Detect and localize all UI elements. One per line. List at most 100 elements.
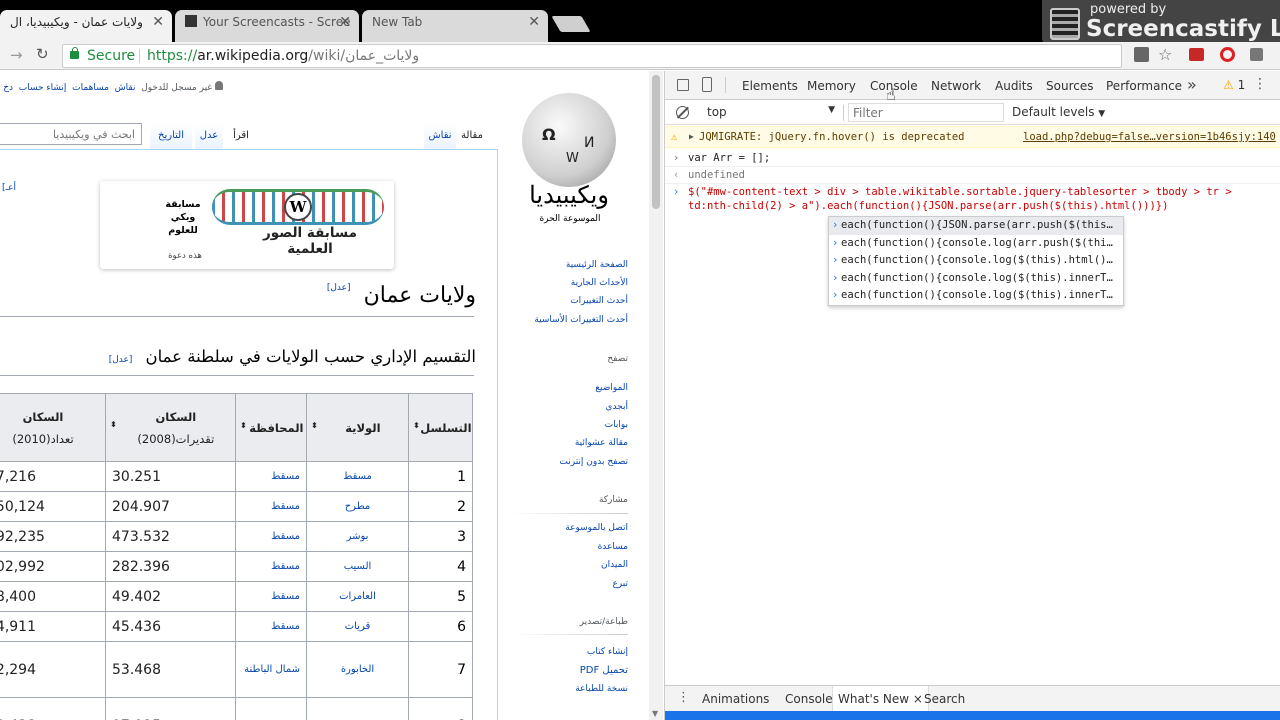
context-selector[interactable]: top ▼ [707,105,835,119]
tab-edit[interactable]: عدل [195,123,223,149]
drawer-tab-whats-new[interactable]: What's New × [832,686,929,712]
column-header-governorate[interactable]: ⬍ المحافظة [235,393,307,462]
tab-close-icon[interactable]: ✕ [528,10,540,34]
wikipedia-logo[interactable]: Ω И W [518,89,620,191]
sidebar-item-contact[interactable]: اتصل بالموسوعة [565,523,628,533]
forward-icon[interactable]: → [10,46,23,64]
sidebar-item-main-page[interactable]: الصفحة الرئيسية [566,260,628,270]
autocomplete-item[interactable]: each(function(){JSON.parse(arr.push($(th… [829,217,1123,235]
tab-close-icon[interactable]: ✕ [152,10,164,34]
cell-governorate[interactable]: مسقط [235,491,307,522]
science-contest-banner[interactable]: W مسابقة ويكي للعلوم مسابقة الصور العلمي… [100,181,394,269]
tab-screencasts[interactable]: Your Screencasts - Scree ✕ [175,10,359,42]
extension-opera-icon[interactable] [1220,47,1235,62]
close-icon[interactable]: × [913,692,923,706]
autocomplete-item[interactable]: each(function(){console.log($(this).html… [829,252,1123,270]
cell-wilayat[interactable]: الخابورة [306,641,409,698]
sidebar-item-help[interactable]: مساعدة [598,542,628,552]
extension-puzzle-icon[interactable] [1250,48,1263,61]
page-title-edit-link[interactable]: [عدل] [327,283,351,293]
extension-screencastify-icon[interactable] [1189,48,1204,61]
cell-governorate[interactable]: مسقط [235,461,307,492]
tab-talk[interactable]: نقاش [424,123,456,149]
sidebar-heading-print[interactable]: طباعة/تصدير [580,617,628,627]
section-edit-link[interactable]: [عدل] [109,355,133,365]
cell-wilayat[interactable]: مسقط [306,461,409,492]
console-filter-input[interactable] [848,103,1004,122]
drawer-tab-console[interactable]: Console [785,692,833,706]
tab-network[interactable]: Network [931,79,981,93]
expand-triangle-icon[interactable]: ▶ [689,127,694,147]
tab-new-tab[interactable]: New Tab ✕ [362,10,548,42]
drawer-tab-search[interactable]: Search [924,692,965,706]
column-header-pop-2008[interactable]: ⬍ السكان تقديرات(2008) [105,393,236,462]
sidebar-item-current-events[interactable]: الأحداث الجارية [571,278,628,288]
sidebar-item-recent-changes[interactable]: أحدث التغييرات [570,296,628,306]
sidebar-item-create-book[interactable]: إنشاء كتاب [587,647,628,657]
tab-close-icon[interactable]: ✕ [339,10,351,34]
drawer-tab-animations[interactable]: Animations [702,692,769,706]
scroll-down-arrow-icon[interactable]: ▼ [652,709,658,718]
log-levels-dropdown[interactable]: Default levels ▼ [1012,105,1105,119]
inspect-element-icon[interactable] [677,79,689,91]
tab-sources[interactable]: Sources [1046,79,1093,93]
more-tabs-icon[interactable]: » [1187,75,1197,94]
column-header-wilayat[interactable]: ⬍ الولاية [306,393,409,462]
tab-performance[interactable]: Performance [1106,79,1182,93]
autocomplete-item[interactable]: each(function(){console.log($(this).inne… [829,270,1123,288]
cell-wilayat[interactable]: السيب [306,551,409,582]
tab-article[interactable]: مقالة [456,123,488,149]
sidebar-heading-participate[interactable]: مشاركة [599,495,628,505]
cell-governorate[interactable]: مسقط [235,551,307,582]
warning-counter[interactable]: ⚠ 1 [1223,78,1245,92]
column-header-pop-2010[interactable]: السكان تعداد(2010) [0,393,106,462]
sidebar-heading-browse[interactable]: تصفح [607,354,628,364]
column-header-serial[interactable]: ⬍ التسلسل [408,393,473,462]
translate-icon[interactable] [1134,47,1149,62]
sidebar-item-download-pdf[interactable]: تحميل PDF [580,665,628,676]
cell-wilayat[interactable]: مطرح [306,491,409,522]
cell-governorate[interactable]: مسقط [235,581,307,612]
cell-wilayat[interactable]: العامرات [306,581,409,612]
tab-audits[interactable]: Audits [995,79,1033,93]
notice-fragment[interactable]: [أعـ [2,183,16,193]
sidebar-item-random[interactable]: مقالة عشوائية [575,438,628,448]
cell-wilayat[interactable]: قريات [306,611,409,642]
cell-governorate[interactable]: مسقط [235,611,307,642]
cell-governorate[interactable]: مسقط [235,521,307,552]
cell-governorate[interactable]: شمال الباطنة [235,641,307,698]
warning-source-link[interactable]: load.php?debug=false…version=1b46sjy:140 [1023,127,1276,147]
sidebar-item-village-pump[interactable]: الميدان [601,560,628,570]
sidebar-item-printable[interactable]: نسخة للطباعة [575,684,628,694]
sidebar-item-topics[interactable]: المواضيع [595,383,628,393]
page-scrollbar[interactable]: ▼ [649,71,663,720]
tab-read[interactable]: اقرأ [228,123,254,149]
search-input[interactable] [0,123,142,145]
login-link[interactable]: دخ [3,83,13,93]
star-icon[interactable]: ☆ [1158,45,1172,64]
tab-elements[interactable]: Elements [742,79,798,93]
scrollbar-thumb[interactable] [652,75,660,209]
url-field[interactable]: Secure https://ar.wikipedia.org/wiki/ولا… [62,44,1122,68]
reload-icon[interactable]: ↻ [36,45,49,63]
cell-governorate[interactable]: شمال الباطنة [235,697,307,720]
autocomplete-item[interactable]: each(function(){console.log(arr.push($(t… [829,235,1123,253]
sidebar-item-recent-core-changes[interactable]: أحدث التغييرات الأساسية [534,315,628,325]
tab-history[interactable]: التاريخ [150,123,192,149]
cell-wilayat[interactable]: صحم [306,697,409,720]
cell-wilayat[interactable]: بوشر [306,521,409,552]
sidebar-item-donate[interactable]: تبرع [612,579,628,589]
tab-wikipedia[interactable]: ولايات عمان - ويكيبيديا، ال ✕ [0,10,172,42]
sidebar-item-offline[interactable]: تصفح بدون إنترنت [559,457,628,467]
console-prompt[interactable]: › $("#mw-content-text > div > table.wiki… [665,185,1280,219]
tab-memory[interactable]: Memory [807,79,856,93]
sidebar-item-alphabetical[interactable]: أبجدي [605,402,628,412]
talk-link[interactable]: نقاش [115,83,136,93]
device-toolbar-icon[interactable] [702,77,712,92]
contributions-link[interactable]: مساهمات [72,83,109,93]
devtools-menu-icon[interactable]: ⋮ [1253,76,1267,92]
create-account-link[interactable]: إنشاء حساب [19,83,67,93]
drawer-menu-icon[interactable]: ⋮ [677,690,690,705]
sidebar-item-portals[interactable]: بوابات [605,420,628,430]
autocomplete-item[interactable]: each(function(){console.log($(this).inne… [829,287,1123,305]
